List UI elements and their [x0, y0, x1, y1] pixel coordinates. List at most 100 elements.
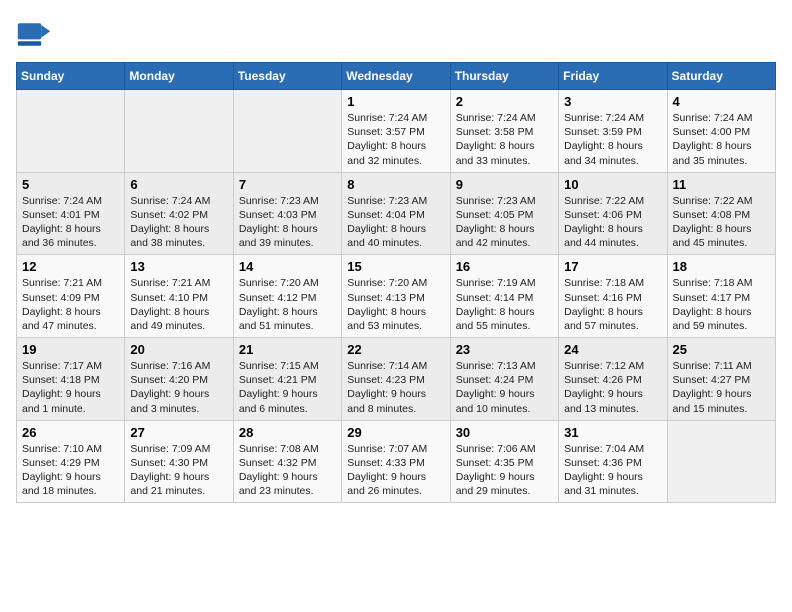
weekday-header: Tuesday — [233, 63, 341, 90]
calendar-week-row: 5Sunrise: 7:24 AM Sunset: 4:01 PM Daylig… — [17, 172, 776, 255]
day-number: 22 — [347, 342, 444, 357]
calendar-cell: 6 Sunrise: 7:24 AM Sunset: 4:02 PM Daylig… — [125, 172, 233, 255]
calendar-cell — [233, 90, 341, 173]
calendar-cell — [17, 90, 125, 173]
calendar-week-row: 19 Sunrise: 7:17 AM Sunset: 4:18 PM Dayli… — [17, 338, 776, 421]
day-info: Sunrise: 7:04 AM Sunset: 4:36 PM Dayligh… — [564, 442, 661, 499]
logo-icon — [16, 16, 52, 52]
calendar-cell: 3 Sunrise: 7:24 AM Sunset: 3:59 PM Daylig… — [559, 90, 667, 173]
calendar-cell: 7 Sunrise: 7:23 AM Sunset: 4:03 PM Daylig… — [233, 172, 341, 255]
day-info: Sunrise: 7:06 AM Sunset: 4:35 PM Dayligh… — [456, 442, 553, 499]
day-number: 25 — [673, 342, 770, 357]
calendar-cell: 5Sunrise: 7:24 AM Sunset: 4:01 PM Daylig… — [17, 172, 125, 255]
day-number: 23 — [456, 342, 553, 357]
day-number: 4 — [673, 94, 770, 109]
day-number: 11 — [673, 177, 770, 192]
day-number: 3 — [564, 94, 661, 109]
day-number: 13 — [130, 259, 227, 274]
calendar-cell: 11 Sunrise: 7:22 AM Sunset: 4:08 PM Dayli… — [667, 172, 775, 255]
day-info: Sunrise: 7:14 AM Sunset: 4:23 PM Dayligh… — [347, 359, 444, 416]
calendar-cell: 15Sunrise: 7:20 AM Sunset: 4:13 PM Dayli… — [342, 255, 450, 338]
calendar-week-row: 26 Sunrise: 7:10 AM Sunset: 4:29 PM Dayli… — [17, 420, 776, 503]
day-info: Sunrise: 7:24 AM Sunset: 3:59 PM Dayligh… — [564, 111, 661, 168]
day-info: Sunrise: 7:12 AM Sunset: 4:26 PM Dayligh… — [564, 359, 661, 416]
day-number: 18 — [673, 259, 770, 274]
calendar-week-row: 1 Sunrise: 7:24 AM Sunset: 3:57 PM Daylig… — [17, 90, 776, 173]
day-info: Sunrise: 7:24 AM Sunset: 3:57 PM Dayligh… — [347, 111, 444, 168]
calendar-cell — [125, 90, 233, 173]
calendar-cell: 24 Sunrise: 7:12 AM Sunset: 4:26 PM Dayli… — [559, 338, 667, 421]
day-number: 1 — [347, 94, 444, 109]
day-info: Sunrise: 7:09 AM Sunset: 4:30 PM Dayligh… — [130, 442, 227, 499]
page-header — [16, 16, 776, 52]
day-info: Sunrise: 7:17 AM Sunset: 4:18 PM Dayligh… — [22, 359, 119, 416]
day-number: 17 — [564, 259, 661, 274]
calendar-cell — [667, 420, 775, 503]
day-number: 10 — [564, 177, 661, 192]
logo — [16, 16, 58, 52]
calendar-week-row: 12Sunrise: 7:21 AM Sunset: 4:09 PM Dayli… — [17, 255, 776, 338]
calendar-cell: 10 Sunrise: 7:22 AM Sunset: 4:06 PM Dayli… — [559, 172, 667, 255]
day-number: 30 — [456, 425, 553, 440]
calendar-cell: 19 Sunrise: 7:17 AM Sunset: 4:18 PM Dayli… — [17, 338, 125, 421]
day-info: Sunrise: 7:21 AM Sunset: 4:10 PM Dayligh… — [130, 276, 227, 333]
day-info: Sunrise: 7:15 AM Sunset: 4:21 PM Dayligh… — [239, 359, 336, 416]
calendar-cell: 9Sunrise: 7:23 AM Sunset: 4:05 PM Daylig… — [450, 172, 558, 255]
day-info: Sunrise: 7:24 AM Sunset: 3:58 PM Dayligh… — [456, 111, 553, 168]
day-info: Sunrise: 7:18 AM Sunset: 4:16 PM Dayligh… — [564, 276, 661, 333]
weekday-header: Friday — [559, 63, 667, 90]
weekday-header: Wednesday — [342, 63, 450, 90]
day-info: Sunrise: 7:08 AM Sunset: 4:32 PM Dayligh… — [239, 442, 336, 499]
day-number: 2 — [456, 94, 553, 109]
day-number: 7 — [239, 177, 336, 192]
calendar-cell: 31 Sunrise: 7:04 AM Sunset: 4:36 PM Dayli… — [559, 420, 667, 503]
calendar-cell: 18Sunrise: 7:18 AM Sunset: 4:17 PM Dayli… — [667, 255, 775, 338]
day-number: 19 — [22, 342, 119, 357]
day-info: Sunrise: 7:22 AM Sunset: 4:06 PM Dayligh… — [564, 194, 661, 251]
day-info: Sunrise: 7:13 AM Sunset: 4:24 PM Dayligh… — [456, 359, 553, 416]
weekday-header: Monday — [125, 63, 233, 90]
day-number: 24 — [564, 342, 661, 357]
day-number: 29 — [347, 425, 444, 440]
calendar-cell: 12Sunrise: 7:21 AM Sunset: 4:09 PM Dayli… — [17, 255, 125, 338]
calendar-cell: 1 Sunrise: 7:24 AM Sunset: 3:57 PM Daylig… — [342, 90, 450, 173]
day-number: 16 — [456, 259, 553, 274]
calendar-cell: 30 Sunrise: 7:06 AM Sunset: 4:35 PM Dayli… — [450, 420, 558, 503]
day-number: 21 — [239, 342, 336, 357]
day-info: Sunrise: 7:19 AM Sunset: 4:14 PM Dayligh… — [456, 276, 553, 333]
day-number: 28 — [239, 425, 336, 440]
day-info: Sunrise: 7:24 AM Sunset: 4:02 PM Dayligh… — [130, 194, 227, 251]
day-info: Sunrise: 7:23 AM Sunset: 4:03 PM Dayligh… — [239, 194, 336, 251]
calendar-cell: 2 Sunrise: 7:24 AM Sunset: 3:58 PM Daylig… — [450, 90, 558, 173]
day-info: Sunrise: 7:16 AM Sunset: 4:20 PM Dayligh… — [130, 359, 227, 416]
calendar-cell: 21 Sunrise: 7:15 AM Sunset: 4:21 PM Dayli… — [233, 338, 341, 421]
calendar-cell: 29 Sunrise: 7:07 AM Sunset: 4:33 PM Dayli… — [342, 420, 450, 503]
calendar-cell: 25Sunrise: 7:11 AM Sunset: 4:27 PM Dayli… — [667, 338, 775, 421]
calendar-cell: 27 Sunrise: 7:09 AM Sunset: 4:30 PM Dayli… — [125, 420, 233, 503]
calendar-cell: 17 Sunrise: 7:18 AM Sunset: 4:16 PM Dayli… — [559, 255, 667, 338]
day-number: 26 — [22, 425, 119, 440]
calendar-cell: 13 Sunrise: 7:21 AM Sunset: 4:10 PM Dayli… — [125, 255, 233, 338]
day-number: 31 — [564, 425, 661, 440]
calendar-cell: 14 Sunrise: 7:20 AM Sunset: 4:12 PM Dayli… — [233, 255, 341, 338]
day-info: Sunrise: 7:24 AM Sunset: 4:00 PM Dayligh… — [673, 111, 770, 168]
weekday-header: Thursday — [450, 63, 558, 90]
day-info: Sunrise: 7:10 AM Sunset: 4:29 PM Dayligh… — [22, 442, 119, 499]
weekday-header: Sunday — [17, 63, 125, 90]
day-number: 8 — [347, 177, 444, 192]
day-number: 14 — [239, 259, 336, 274]
calendar-cell: 8 Sunrise: 7:23 AM Sunset: 4:04 PM Daylig… — [342, 172, 450, 255]
weekday-header: Saturday — [667, 63, 775, 90]
day-info: Sunrise: 7:24 AM Sunset: 4:01 PM Dayligh… — [22, 194, 119, 251]
day-number: 6 — [130, 177, 227, 192]
calendar-cell: 16 Sunrise: 7:19 AM Sunset: 4:14 PM Dayli… — [450, 255, 558, 338]
day-number: 12 — [22, 259, 119, 274]
day-info: Sunrise: 7:23 AM Sunset: 4:04 PM Dayligh… — [347, 194, 444, 251]
day-info: Sunrise: 7:20 AM Sunset: 4:12 PM Dayligh… — [239, 276, 336, 333]
calendar-table: SundayMondayTuesdayWednesdayThursdayFrid… — [16, 62, 776, 503]
day-info: Sunrise: 7:20 AM Sunset: 4:13 PM Dayligh… — [347, 276, 444, 333]
day-number: 27 — [130, 425, 227, 440]
day-info: Sunrise: 7:22 AM Sunset: 4:08 PM Dayligh… — [673, 194, 770, 251]
day-number: 20 — [130, 342, 227, 357]
day-info: Sunrise: 7:07 AM Sunset: 4:33 PM Dayligh… — [347, 442, 444, 499]
